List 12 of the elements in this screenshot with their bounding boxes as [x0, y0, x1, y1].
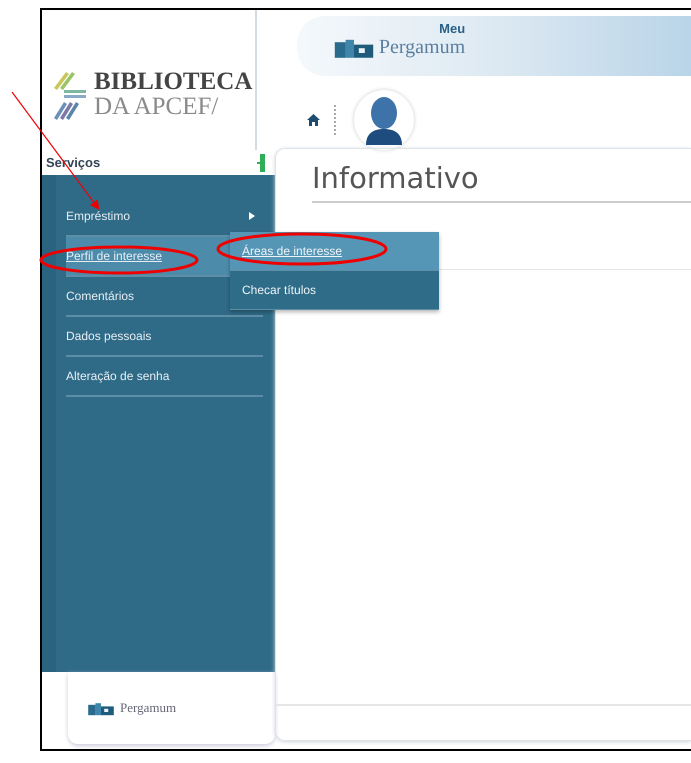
collapse-icon[interactable]	[257, 154, 265, 172]
app-logo-text: Meu	[439, 22, 466, 35]
page-title: Informativo	[312, 161, 691, 203]
library-subtitle: DA APCEF/	[94, 94, 220, 119]
menu-item[interactable]: Alteração de senha	[66, 357, 263, 397]
app-name: Pergamum	[378, 37, 466, 57]
user-avatar-icon[interactable]	[364, 95, 404, 145]
menu-item[interactable]: Dados pessoais	[66, 317, 263, 357]
books-icon	[86, 700, 116, 716]
library-name: BIBLIOTECA	[94, 69, 252, 94]
footer-logo-text: Pergamum	[120, 700, 176, 716]
home-icon[interactable]	[307, 114, 320, 126]
